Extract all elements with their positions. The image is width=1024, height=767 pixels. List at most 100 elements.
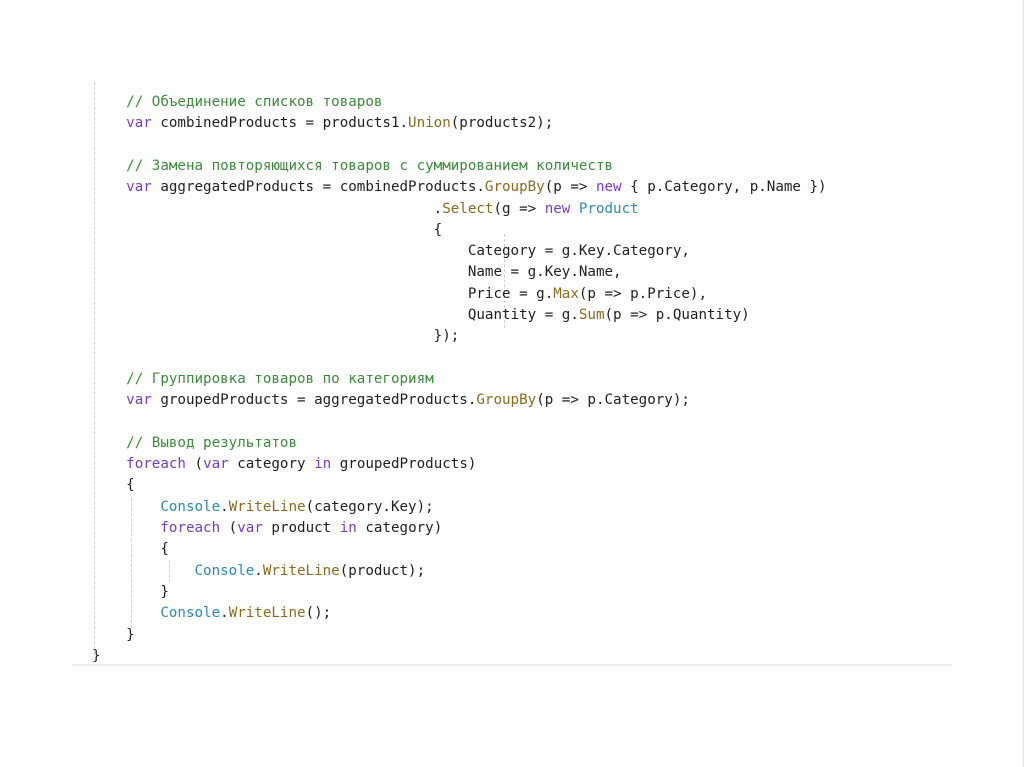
code-line: { <box>92 475 135 496</box>
code-token-keyword: foreach <box>160 520 221 536</box>
code-token-ident: } <box>160 583 169 600</box>
code-line: foreach (var category in groupedProducts… <box>92 454 476 475</box>
code-token-ident: (p => <box>544 179 596 196</box>
code-line: Category = g.Key.Category, <box>92 241 690 262</box>
code-token-keyword: in <box>339 520 357 536</box>
code-line: } <box>92 582 169 603</box>
code-line: // Замена повторяющихся товаров с суммир… <box>92 156 613 177</box>
code-token-ident: (p => p.Category); <box>536 392 690 409</box>
code-token-ident: ( <box>185 456 204 473</box>
code-token-ident: { p.Category, p.Name }) <box>621 179 827 196</box>
code-token-ident: { <box>126 477 135 494</box>
code-token-type: Console <box>194 562 255 579</box>
code-token-method: GroupBy <box>476 392 537 409</box>
code-token-ident: (g => <box>493 200 545 217</box>
code-token-method: Union <box>408 115 451 132</box>
code-token-ident: Price = g. <box>467 285 554 302</box>
code-line: // Объединение списков товаров <box>92 92 382 113</box>
code-token-ident: { <box>433 221 443 238</box>
code-token-type: Console <box>160 498 221 515</box>
code-token-ident: category) <box>356 520 443 536</box>
code-line: // Вывод результатов <box>92 433 297 454</box>
code-token-method: GroupBy <box>484 179 545 196</box>
code-token-comment: // Объединение списков товаров <box>126 94 383 110</box>
code-token-ident: (p => p.Price), <box>578 285 708 302</box>
code-token-ident <box>570 201 579 217</box>
code-line: { <box>92 539 169 560</box>
code-token-ident: groupedProducts) <box>331 456 477 473</box>
code-panel: // Объединение списков товаров var combi… <box>72 78 952 666</box>
code-line: Name = g.Key.Name, <box>92 262 622 283</box>
code-token-ident: . <box>254 562 263 579</box>
code-token-keyword: in <box>314 456 332 473</box>
code-token-keyword: foreach <box>126 456 186 473</box>
code-token-ident: Quantity = g. <box>467 307 579 323</box>
code-token-keyword: var <box>126 179 152 196</box>
code-token-ident: } <box>92 647 101 664</box>
code-token-type: Product <box>578 200 639 217</box>
code-token-method: Sum <box>578 307 605 323</box>
code-token-ident: (p => p.Quantity) <box>604 307 750 323</box>
code-token-method: WriteLine <box>228 605 306 622</box>
code-token-ident: ( <box>220 520 238 536</box>
code-line: var combinedProducts = products1.Union(p… <box>92 113 553 134</box>
code-line: var aggregatedProducts = combinedProduct… <box>92 177 827 198</box>
code-token-keyword: var <box>203 456 229 473</box>
code-line: Price = g.Max(p => p.Price), <box>92 284 707 305</box>
code-line: foreach (var product in category) <box>92 518 442 539</box>
code-token-ident: Category = g.Key.Category, <box>467 243 690 260</box>
code-token-ident: . <box>220 605 229 622</box>
slide: // Объединение списков товаров var combi… <box>0 0 1024 767</box>
code-token-comment: // Вывод результатов <box>126 434 298 451</box>
code-token-ident: } <box>126 626 135 643</box>
code-token-keyword: var <box>126 115 152 132</box>
code-line: Console.WriteLine(category.Key); <box>92 497 433 518</box>
code-token-ident: groupedProducts = aggregatedProducts. <box>151 392 477 409</box>
code-token-keyword: var <box>126 392 152 409</box>
code-token-keyword: new <box>544 200 571 217</box>
code-token-method: WriteLine <box>262 562 340 579</box>
code-line: }); <box>92 326 460 347</box>
code-token-ident: combinedProducts = products1. <box>151 115 409 132</box>
code-token-ident: (product); <box>339 562 426 579</box>
code-token-ident: Name = g.Key.Name, <box>467 264 622 281</box>
code-token-ident: (products2); <box>450 115 554 132</box>
code-token-type: Console <box>160 605 221 622</box>
code-line: Quantity = g.Sum(p => p.Quantity) <box>92 305 750 326</box>
code-token-comment: // Группировка товаров по категориям <box>126 370 434 387</box>
code-token-method: Select <box>442 200 494 217</box>
code-token-ident: category <box>228 456 315 473</box>
code-line: var groupedProducts = aggregatedProducts… <box>92 390 690 411</box>
code-line: Console.WriteLine(product); <box>92 561 426 582</box>
code-line: // Группировка товаров по категориям <box>92 369 434 390</box>
code-token-keyword: new <box>595 179 622 196</box>
code-token-method: Max <box>553 285 579 302</box>
code-token-ident: aggregatedProducts = combinedProducts. <box>151 179 485 196</box>
code-token-ident: }); <box>433 328 460 345</box>
code-token-ident: product <box>262 520 340 536</box>
code-token-ident: { <box>160 541 169 558</box>
code-line: } <box>92 625 135 646</box>
code-line: { <box>92 220 443 241</box>
